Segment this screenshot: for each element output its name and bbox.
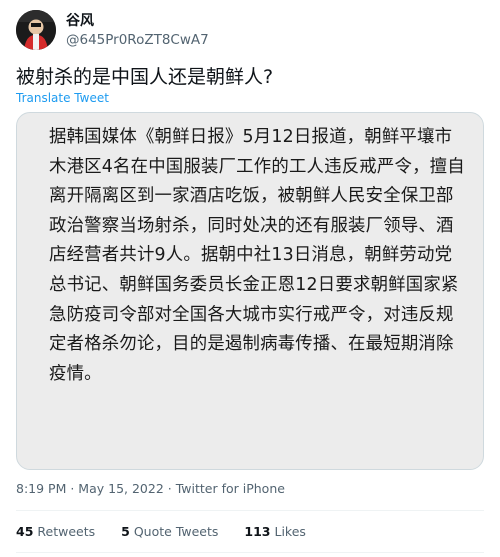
likes-stat[interactable]: 113 Likes bbox=[244, 523, 306, 541]
retweets-label: Retweets bbox=[37, 524, 96, 539]
user-handle[interactable]: @645Pr0RoZT8CwA7 bbox=[66, 31, 209, 49]
translate-tweet-link[interactable]: Translate Tweet bbox=[16, 90, 109, 106]
tweet-meta: 8:19 PM · May 15, 2022 · Twitter for iPh… bbox=[16, 480, 285, 498]
media-text: 据韩国媒体《朝鲜日报》5月12日报道，朝鲜平壤市木港区4名在中国服装厂工作的工人… bbox=[49, 127, 465, 384]
retweets-stat[interactable]: 45 Retweets bbox=[16, 523, 95, 541]
tweet: 谷风 @645Pr0RoZT8CwA7 被射杀的是中国人还是朝鲜人? Trans… bbox=[0, 0, 500, 557]
retweets-count: 45 bbox=[16, 524, 34, 539]
meta-separator: · bbox=[163, 481, 176, 496]
tweet-time[interactable]: 8:19 PM bbox=[16, 481, 66, 496]
likes-count: 113 bbox=[244, 524, 271, 539]
divider bbox=[16, 510, 484, 511]
quotes-label: Quote Tweets bbox=[133, 524, 219, 539]
avatar-image bbox=[16, 10, 56, 50]
tweet-text: 被射杀的是中国人还是朝鲜人? bbox=[16, 66, 274, 88]
display-name[interactable]: 谷风 bbox=[66, 12, 94, 30]
tweet-date[interactable]: May 15, 2022 bbox=[78, 481, 163, 496]
quotes-count: 5 bbox=[121, 524, 130, 539]
avatar[interactable] bbox=[16, 10, 56, 50]
likes-label: Likes bbox=[274, 524, 306, 539]
tweet-media-image[interactable]: 据韩国媒体《朝鲜日报》5月12日报道，朝鲜平壤市木港区4名在中国服装厂工作的工人… bbox=[16, 112, 484, 470]
meta-separator: · bbox=[66, 481, 79, 496]
divider bbox=[16, 552, 484, 553]
tweet-stats: 45 Retweets 5 Quote Tweets 113 Likes bbox=[16, 523, 332, 541]
tweet-source[interactable]: Twitter for iPhone bbox=[176, 481, 285, 496]
quote-tweets-stat[interactable]: 5 Quote Tweets bbox=[121, 523, 218, 541]
